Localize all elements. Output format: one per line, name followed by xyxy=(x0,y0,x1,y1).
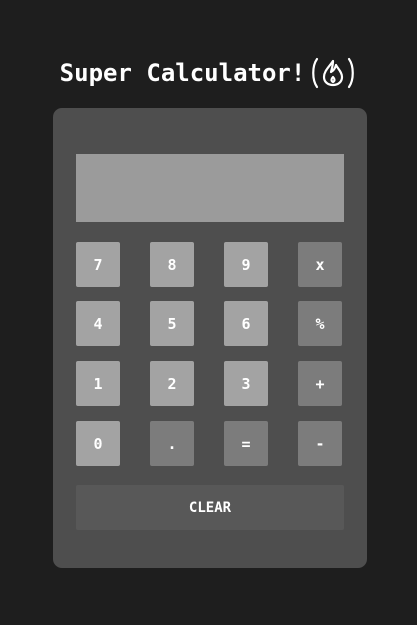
equals-button[interactable]: = xyxy=(224,421,268,466)
key-6[interactable]: 6 xyxy=(224,301,268,346)
key-9[interactable]: 9 xyxy=(224,242,268,287)
key-0[interactable]: 0 xyxy=(76,421,120,466)
minus-button[interactable]: - xyxy=(298,421,342,466)
key-4[interactable]: 4 xyxy=(76,301,120,346)
key-3[interactable]: 3 xyxy=(224,361,268,406)
multiply-button[interactable]: x xyxy=(298,242,342,287)
clear-button[interactable]: CLEAR xyxy=(76,485,344,530)
decimal-button[interactable]: . xyxy=(150,421,194,466)
plus-button[interactable]: + xyxy=(298,361,342,406)
app-title: Super Calculator! xyxy=(0,56,417,90)
calculator-body: 7 8 9 x 4 5 6 % 1 2 3 + 0 . = - CLEAR xyxy=(53,108,367,568)
key-1[interactable]: 1 xyxy=(76,361,120,406)
percent-button[interactable]: % xyxy=(298,301,342,346)
key-8[interactable]: 8 xyxy=(150,242,194,287)
flame-icon xyxy=(309,56,357,90)
key-7[interactable]: 7 xyxy=(76,242,120,287)
key-2[interactable]: 2 xyxy=(150,361,194,406)
calculator-display xyxy=(76,154,344,222)
app-title-text: Super Calculator! xyxy=(59,59,306,87)
key-5[interactable]: 5 xyxy=(150,301,194,346)
